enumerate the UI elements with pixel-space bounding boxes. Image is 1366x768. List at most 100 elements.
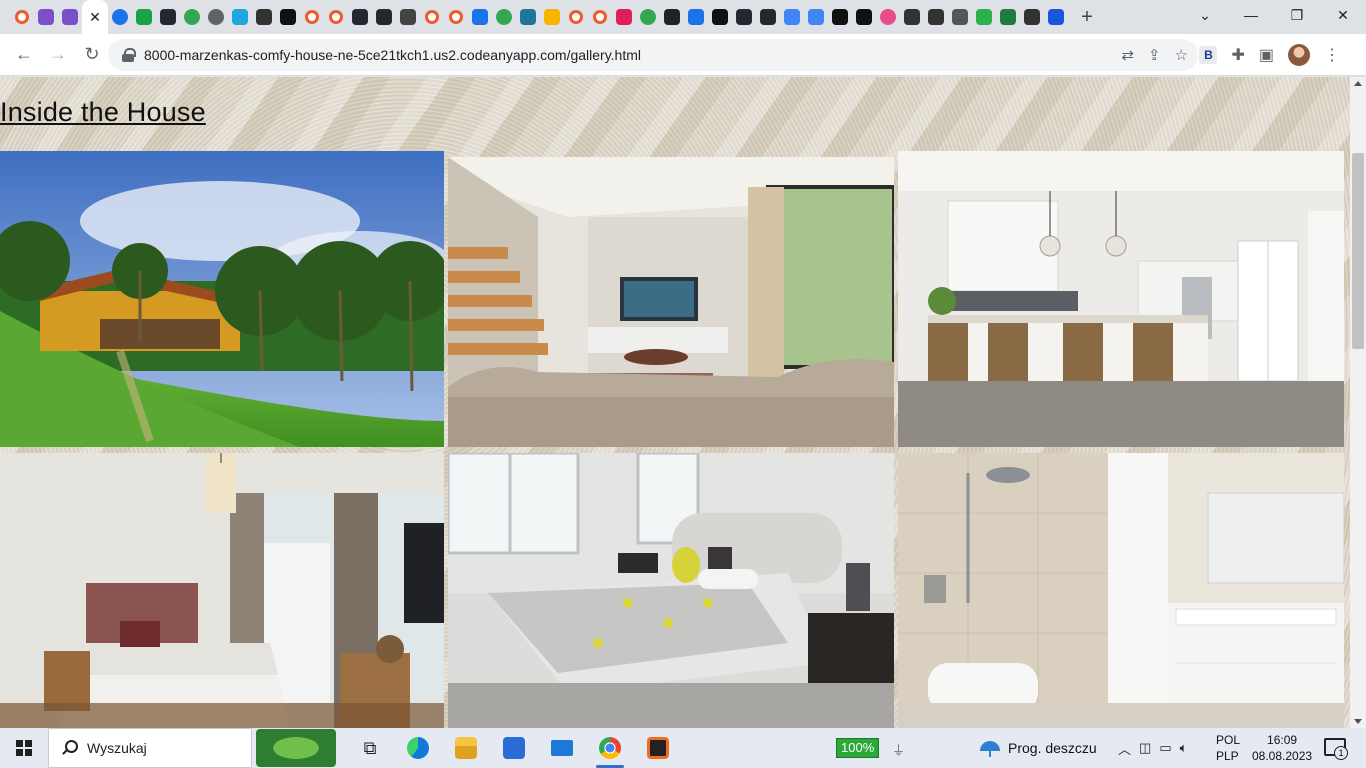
browser-tab[interactable] [516, 0, 540, 34]
browser-tab[interactable] [612, 0, 636, 34]
taskbar-chrome[interactable] [586, 728, 634, 768]
browser-tab[interactable] [396, 0, 420, 34]
browser-tab[interactable] [204, 0, 228, 34]
browser-tab[interactable] [948, 0, 972, 34]
camera-icon[interactable]: ◫ [1139, 740, 1151, 756]
browser-tab[interactable] [756, 0, 780, 34]
back-icon[interactable]: ← [8, 39, 40, 71]
browser-tab[interactable] [324, 0, 348, 34]
browser-tab[interactable] [660, 0, 684, 34]
xc-icon [1048, 9, 1064, 25]
bookmark-star-icon[interactable]: ☆ [1175, 46, 1188, 64]
browser-tab[interactable] [708, 0, 732, 34]
taskbar-mail[interactable] [538, 728, 586, 768]
browser-tab[interactable] [972, 0, 996, 34]
browser-tab[interactable] [924, 0, 948, 34]
triangle-icon [712, 9, 728, 25]
browser-tab[interactable] [468, 0, 492, 34]
scroll-thumb[interactable] [1352, 153, 1364, 349]
browser-tab[interactable] [804, 0, 828, 34]
browser-tab[interactable] [420, 0, 444, 34]
profile-avatar[interactable] [1288, 44, 1310, 66]
notification-center-icon[interactable]: 1 [1324, 738, 1348, 760]
taskbar-explorer[interactable] [442, 728, 490, 768]
browser-tab[interactable] [156, 0, 180, 34]
browser-tab[interactable] [588, 0, 612, 34]
window-close-button[interactable]: ✕ [1320, 0, 1366, 30]
minimize-button[interactable]: — [1228, 0, 1274, 30]
master-bedroom-photo[interactable] [448, 453, 894, 728]
task-view-button[interactable]: ⧉ [346, 728, 394, 768]
living-room-photo[interactable] [448, 157, 894, 447]
browser-tab[interactable] [108, 0, 132, 34]
menu-kebab-icon[interactable]: ⋮ [1324, 45, 1340, 65]
start-button[interactable] [0, 728, 48, 768]
browser-tab[interactable] [828, 0, 852, 34]
browser-tab[interactable] [252, 0, 276, 34]
folder-icon [455, 737, 477, 759]
translate-icon[interactable]: ⇄ [1121, 46, 1134, 64]
url-text[interactable]: 8000-marzenkas-comfy-house-ne-5ce21tkch1… [144, 47, 641, 63]
browser-tab[interactable] [732, 0, 756, 34]
chevron-up-icon[interactable]: ︿ [1118, 739, 1131, 758]
share-icon[interactable]: ⇪ [1148, 46, 1161, 64]
browser-tab[interactable] [34, 0, 58, 34]
forward-icon[interactable]: → [42, 39, 74, 71]
browser-tab[interactable] [636, 0, 660, 34]
taskbar-search[interactable]: Wyszukaj [48, 728, 252, 768]
maximize-button[interactable]: ❐ [1274, 0, 1320, 30]
browser-tab[interactable] [852, 0, 876, 34]
browser-tab[interactable] [1020, 0, 1044, 34]
bedroom-photo[interactable] [0, 453, 444, 728]
extension-b-icon[interactable]: B [1199, 46, 1218, 64]
browser-tab[interactable] [58, 0, 82, 34]
volume-icon[interactable]: 🔈︎ [1180, 740, 1188, 756]
battery-indicator[interactable]: 100% [836, 738, 880, 758]
weather-widget[interactable]: Prog. deszczu [980, 728, 1097, 768]
side-panel-icon[interactable]: ▣ [1259, 45, 1274, 65]
browser-tab[interactable] [1044, 0, 1068, 34]
browser-tab[interactable] [780, 0, 804, 34]
browser-tab[interactable]: ✕ [82, 0, 108, 34]
browser-tab[interactable] [876, 0, 900, 34]
browser-tab[interactable] [540, 0, 564, 34]
bathroom-photo[interactable] [898, 453, 1344, 728]
reload-icon[interactable]: ↻ [76, 39, 108, 71]
scroll-up-arrow[interactable] [1354, 81, 1362, 86]
browser-tab[interactable] [492, 0, 516, 34]
browser-tab[interactable] [132, 0, 156, 34]
address-bar[interactable]: 8000-marzenkas-comfy-house-ne-5ce21tkch1… [108, 39, 1198, 71]
browser-tab[interactable] [684, 0, 708, 34]
taskbar-app-orange[interactable] [634, 728, 682, 768]
link-icon [688, 9, 704, 25]
browser-tab[interactable] [276, 0, 300, 34]
browser-tab[interactable] [996, 0, 1020, 34]
page-scrollbar[interactable] [1350, 77, 1366, 728]
browser-tab[interactable] [564, 0, 588, 34]
taskbar-clock[interactable]: 16:09 08.08.2023 [1252, 732, 1312, 764]
browser-tab[interactable] [900, 0, 924, 34]
kitchen-photo[interactable] [898, 151, 1344, 447]
browser-tab[interactable] [228, 0, 252, 34]
tab-search-icon[interactable]: ⌄ [1182, 0, 1228, 30]
u-icon [280, 9, 296, 25]
page-title[interactable]: Inside the House [0, 97, 206, 128]
garden-house-photo[interactable] [0, 151, 444, 447]
browser-tab[interactable] [300, 0, 324, 34]
browser-tab[interactable] [372, 0, 396, 34]
browser-tab[interactable] [444, 0, 468, 34]
taskbar-edge[interactable] [394, 728, 442, 768]
browser-tab[interactable] [180, 0, 204, 34]
scroll-down-arrow[interactable] [1354, 719, 1362, 724]
browser-tab[interactable] [348, 0, 372, 34]
browser-tab[interactable] [10, 0, 34, 34]
extensions-puzzle-icon[interactable]: ✚ [1231, 45, 1244, 65]
lock-icon[interactable] [122, 48, 136, 62]
browser-toolbar: ← → ↻ 8000-marzenkas-comfy-house-ne-5ce2… [0, 34, 1366, 76]
search-highlight-image[interactable] [256, 729, 336, 767]
new-tab-button[interactable]: + [1072, 0, 1102, 34]
network-icon[interactable]: ▭ [1159, 740, 1171, 756]
taskbar-store[interactable] [490, 728, 538, 768]
orange-ring-icon [593, 10, 607, 24]
language-indicator[interactable]: POL PLP [1216, 732, 1240, 764]
